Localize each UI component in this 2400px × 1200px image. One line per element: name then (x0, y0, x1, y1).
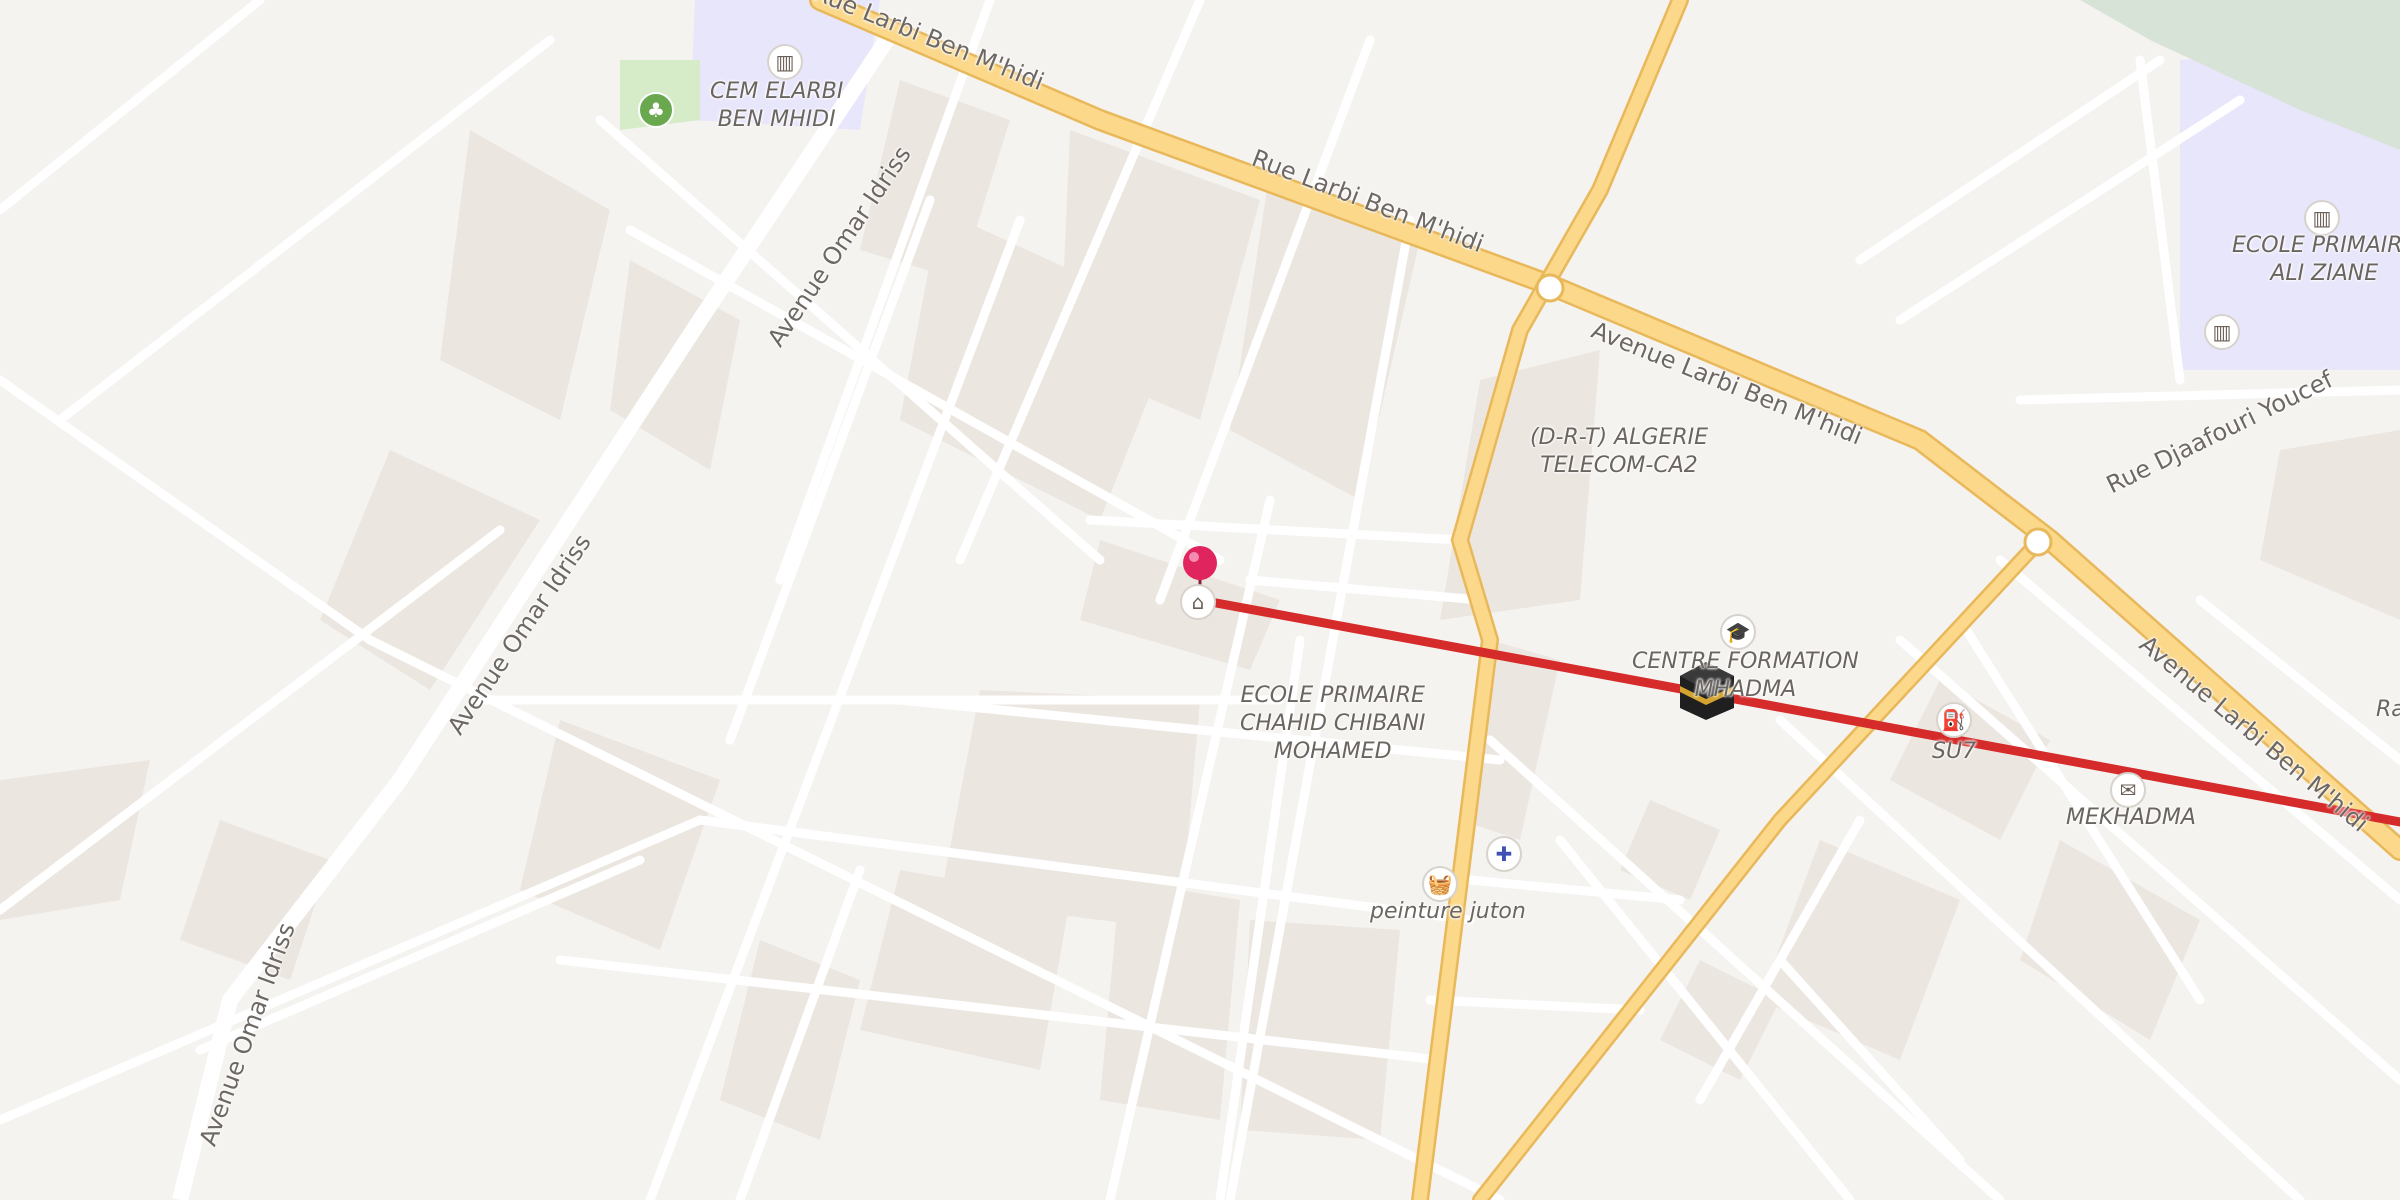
place-label-line: BEN MHIDI (717, 107, 836, 132)
place-label-line: CENTRE FORMATION (1632, 649, 1859, 674)
graduation-cap-icon[interactable]: 🎓 (1720, 614, 1756, 650)
place-label-line: CEM ELARBI (710, 79, 844, 104)
roundabout (1535, 273, 1565, 303)
place-label-line: CHAHID CHIBANI (1240, 711, 1426, 736)
place-label-line: (D-R-T) ALGERIE (1530, 425, 1709, 450)
place-label-line: ALI ZIANE (2270, 261, 2379, 286)
place-label-ecole-chibani: ECOLE PRIMAIRE CHAHID CHIBANI MOHAMED (1240, 682, 1425, 766)
school-icon[interactable]: ▥ (767, 44, 803, 80)
place-label-centre-formation: CENTRE FORMATION MHADMA (1632, 648, 1859, 704)
place-label-line: ECOLE PRIMAIRE (2232, 233, 2400, 258)
pharmacy-icon[interactable]: ✚ (1486, 836, 1522, 872)
roundabout (2023, 527, 2053, 557)
post-office-icon[interactable]: ✉ (2110, 772, 2146, 808)
place-label-cem-elarbi: CEM ELARBI BEN MHIDI (710, 78, 843, 134)
place-label-ecole-ali-ziane: ECOLE PRIMAIRE ALI ZIANE (2232, 232, 2400, 288)
school-icon[interactable]: ▥ (2204, 314, 2240, 350)
museum-icon[interactable]: ⌂ (1180, 584, 1216, 620)
shopping-basket-icon[interactable]: 🧺 (1422, 866, 1458, 902)
school-icon[interactable]: ▥ (2304, 200, 2340, 236)
tree-icon[interactable]: ♣ (638, 92, 674, 128)
gas-station-icon[interactable]: ⛽ (1936, 702, 1972, 738)
place-label-su7: SU7 (1932, 739, 1977, 764)
place-label-line: ECOLE PRIMAIRE (1240, 683, 1425, 708)
place-label-algerie-telecom: (D-R-T) ALGERIE TELECOM-CA2 (1530, 424, 1708, 480)
place-label-mekhadma: MEKHADMA (2066, 805, 2196, 830)
place-label-peinture-juton: peinture juton (1370, 899, 1526, 924)
place-label-line: MOHAMED (1273, 739, 1392, 764)
place-label-line: MHADMA (1694, 677, 1797, 702)
map-canvas[interactable]: ♣ ▥ ▥ ▥ ⌂ 🎓 ⛽ ✉ 🧺 ✚ CEM ELARBI BEN MHIDI… (0, 0, 2400, 1200)
place-label-line: TELECOM-CA2 (1540, 453, 1698, 478)
place-label-edge: Ra (2376, 697, 2400, 722)
